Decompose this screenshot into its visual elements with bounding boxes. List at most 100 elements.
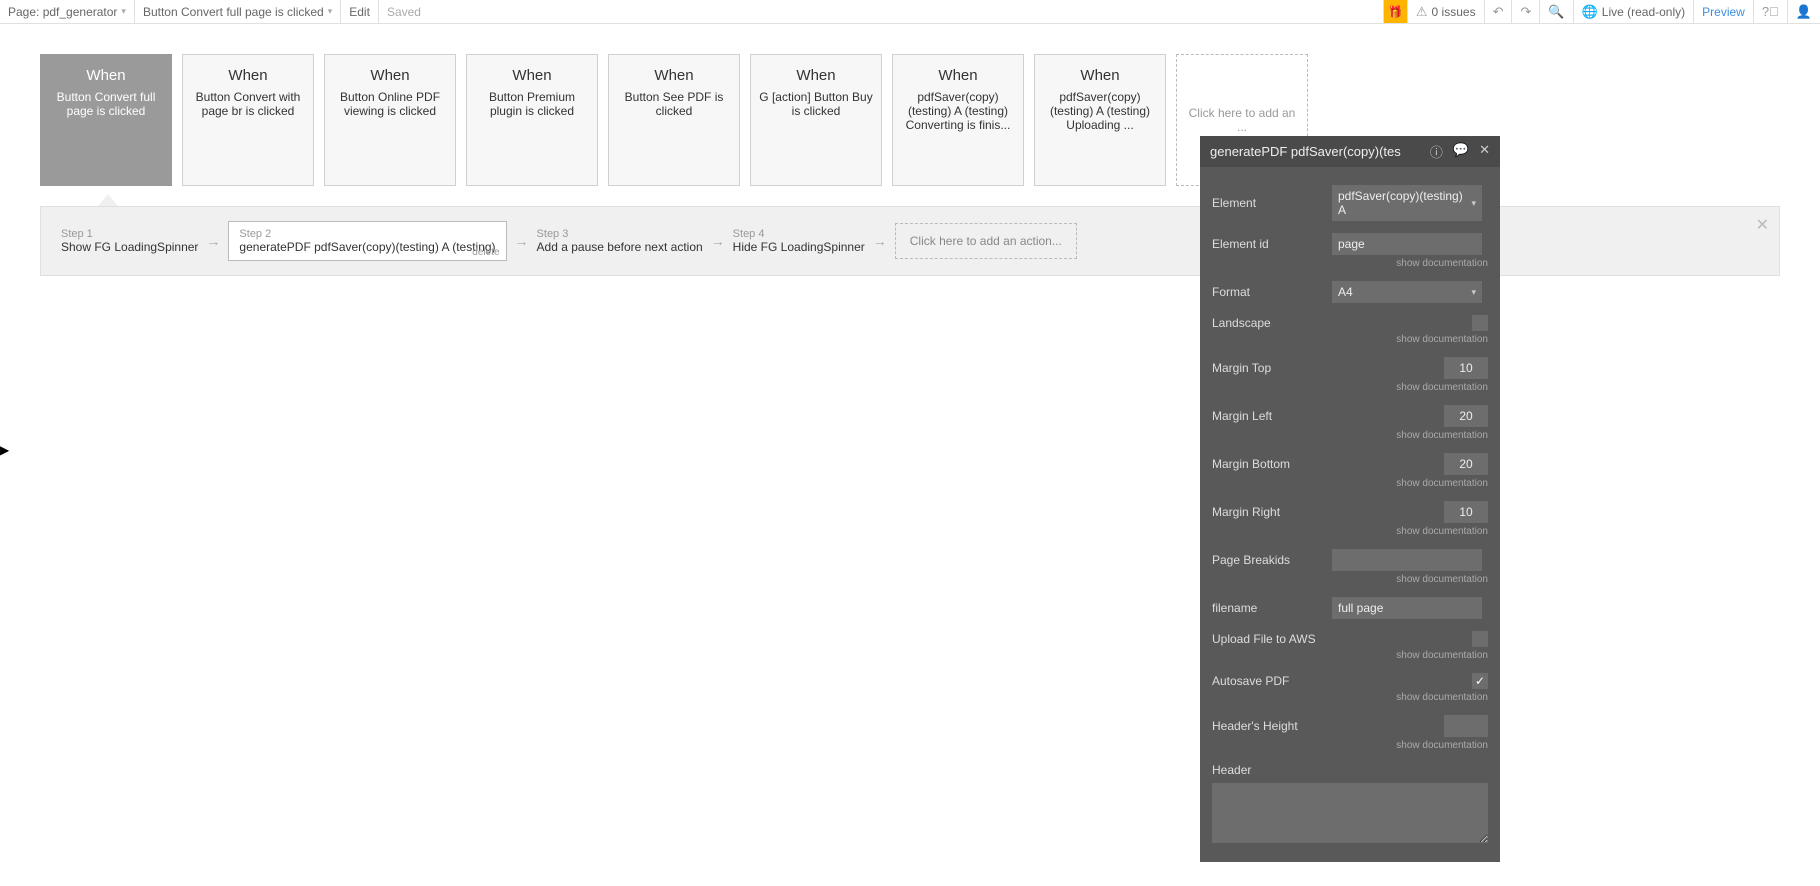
doc-link[interactable]: show documentation [1212,382,1488,393]
event-desc: pdfSaver(copy)(testing) A (testing) Conv… [901,90,1015,132]
doc-link[interactable]: show documentation [1212,526,1488,537]
landscape-row: Landscape [1212,315,1488,331]
undo-button[interactable]: ↶ [1484,0,1512,23]
comment-icon[interactable]: 💬 [1453,142,1469,161]
redo-button[interactable]: ↷ [1511,0,1539,23]
step-3[interactable]: Step 3 Add a pause before next action [537,228,703,254]
header-height-row: Header's Height [1212,715,1488,737]
event-card-5[interactable]: When G [action] Button Buy is clicked [750,54,882,186]
arrow-icon: → [873,233,887,249]
margin-bottom-input[interactable] [1444,453,1488,475]
help-icon: ?⃝ [1762,4,1779,19]
page-break-row: Page Breakids [1212,549,1488,571]
margin-bottom-label: Margin Bottom [1212,457,1332,471]
arrow-icon: → [206,233,220,249]
event-desc: Button Convert full page is clicked [49,90,163,118]
element-value: pdfSaver(copy)(testing) A [1338,189,1471,217]
filename-input[interactable] [1332,597,1482,619]
event-desc: G [action] Button Buy is clicked [759,90,873,118]
close-icon[interactable]: ✕ [1479,142,1490,161]
preview-button[interactable]: Preview [1693,0,1753,23]
event-when: When [796,67,835,84]
event-card-1[interactable]: When Button Convert with page br is clic… [182,54,314,186]
margin-right-label: Margin Right [1212,505,1332,519]
step-2[interactable]: Step 2 generatePDF pdfSaver(copy)(testin… [228,221,506,261]
arrow-icon: → [515,233,529,249]
format-label: Format [1212,285,1332,299]
delete-step-button[interactable]: delete [472,247,499,258]
topbar-left: Page: pdf_generator Button Convert full … [0,0,429,23]
doc-link[interactable]: show documentation [1212,478,1488,489]
live-label: Live (read-only) [1602,5,1685,19]
expand-handle[interactable]: ▶ [0,443,9,457]
step-text: generatePDF pdfSaver(copy)(testing) A (t… [239,240,495,254]
event-desc: Button See PDF is clicked [617,90,731,118]
page-break-input[interactable] [1332,549,1482,571]
property-panel: generatePDF pdfSaver(copy)(tes ⓘ 💬 ✕ Ele… [1200,136,1500,862]
step-text: Show FG LoadingSpinner [61,240,198,254]
warning-icon: ⚠ [1416,4,1428,20]
add-action-button[interactable]: Click here to add an action... [895,223,1077,259]
doc-link[interactable]: show documentation [1212,692,1488,703]
topbar-right: 🎁 ⚠0 issues ↶ ↷ 🔍 🌐Live (read-only) Prev… [1383,0,1820,23]
event-card-6[interactable]: When pdfSaver(copy)(testing) A (testing)… [892,54,1024,186]
step-text: Hide FG LoadingSpinner [733,240,865,254]
margin-right-row: Margin Right [1212,501,1488,523]
edit-button[interactable]: Edit [341,0,379,23]
event-desc: Button Premium plugin is clicked [475,90,589,118]
doc-link[interactable]: show documentation [1212,258,1488,269]
doc-link[interactable]: show documentation [1212,574,1488,585]
doc-link[interactable]: show documentation [1212,740,1488,751]
header-height-label: Header's Height [1212,719,1332,733]
format-select[interactable]: A4 [1332,281,1482,303]
panel-body: Element pdfSaver(copy)(testing) A Elemen… [1200,167,1500,862]
step-1[interactable]: Step 1 Show FG LoadingSpinner [61,228,198,254]
element-id-label: Element id [1212,237,1332,251]
landscape-checkbox[interactable] [1472,315,1488,331]
doc-link[interactable]: show documentation [1212,430,1488,441]
help-button[interactable]: ?⃝ [1753,0,1787,23]
workflow-selector[interactable]: Button Convert full page is clicked [135,0,341,23]
panel-header[interactable]: generatePDF pdfSaver(copy)(tes ⓘ 💬 ✕ [1200,136,1500,167]
element-id-input[interactable] [1332,233,1482,255]
event-card-4[interactable]: When Button See PDF is clicked [608,54,740,186]
header-label: Header [1212,763,1332,777]
autosave-checkbox[interactable] [1472,673,1488,689]
step-4[interactable]: Step 4 Hide FG LoadingSpinner [733,228,865,254]
event-when: When [86,67,125,84]
info-icon[interactable]: ⓘ [1430,142,1443,161]
autosave-label: Autosave PDF [1212,674,1332,688]
element-id-row: Element id [1212,233,1488,255]
event-when: When [938,67,977,84]
event-card-2[interactable]: When Button Online PDF viewing is clicke… [324,54,456,186]
header-row: Header [1212,763,1488,777]
event-card-7[interactable]: When pdfSaver(copy)(testing) A (testing)… [1034,54,1166,186]
event-card-3[interactable]: When Button Premium plugin is clicked [466,54,598,186]
margin-top-input[interactable] [1444,357,1488,379]
header-height-input[interactable] [1444,715,1488,737]
margin-left-input[interactable] [1444,405,1488,427]
format-value: A4 [1338,285,1353,299]
page-selector[interactable]: Page: pdf_generator [0,0,135,23]
event-card-0[interactable]: When Button Convert full page is clicked [40,54,172,186]
close-steps-button[interactable]: ✕ [1756,215,1769,235]
doc-link[interactable]: show documentation [1212,650,1488,661]
doc-link[interactable]: show documentation [1212,334,1488,345]
marker-row [40,186,1780,206]
search-button[interactable]: 🔍 [1539,0,1572,23]
upload-aws-checkbox[interactable] [1472,631,1488,647]
issues-button[interactable]: ⚠0 issues [1407,0,1484,23]
steps-strip: Step 1 Show FG LoadingSpinner → Step 2 g… [40,206,1780,276]
live-readonly[interactable]: 🌐Live (read-only) [1573,0,1694,23]
filename-label: filename [1212,601,1332,615]
margin-right-input[interactable] [1444,501,1488,523]
step-label: Step 1 [61,228,198,240]
avatar[interactable]: 👤 [1787,0,1820,23]
event-when: When [228,67,267,84]
autosave-row: Autosave PDF [1212,673,1488,689]
element-select[interactable]: pdfSaver(copy)(testing) A [1332,185,1482,221]
user-icon: 👤 [1796,4,1812,20]
header-textarea[interactable] [1212,783,1488,843]
gift-icon[interactable]: 🎁 [1383,0,1407,23]
event-when: When [654,67,693,84]
